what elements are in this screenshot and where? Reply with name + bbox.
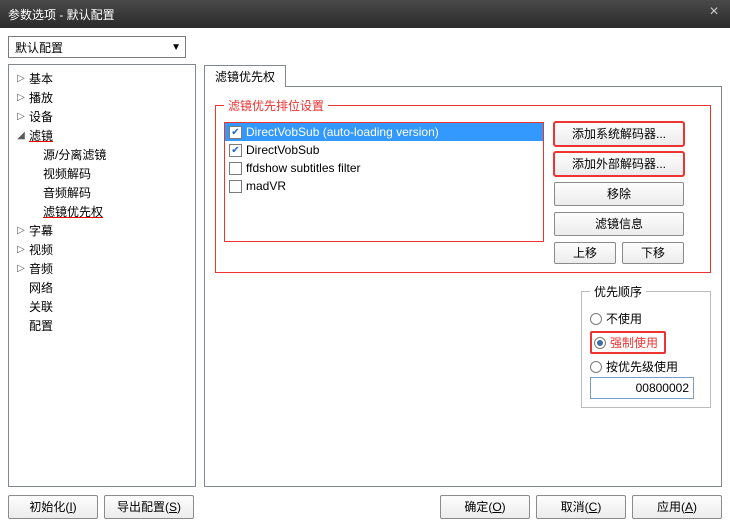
tab-filter-priority[interactable]: 滤镜优先权 bbox=[204, 65, 286, 87]
ok-button[interactable]: 确定(O) bbox=[440, 495, 530, 519]
tree-item[interactable]: ▷视频 bbox=[11, 240, 193, 259]
filter-priority-group: 滤镜优先排位设置 DirectVobSub (auto-loading vers… bbox=[215, 97, 711, 273]
main: ▷基本 ▷播放 ▷设备 ◢滤镜 源/分离滤镜 视频解码 音频解码 滤镜优先权 ▷… bbox=[8, 64, 722, 487]
filter-list[interactable]: DirectVobSub (auto-loading version) Dire… bbox=[224, 122, 544, 242]
tree-item[interactable]: 源/分离滤镜 bbox=[11, 145, 193, 164]
expand-icon: ▷ bbox=[15, 111, 27, 122]
client-area: 默认配置 ▼ ▷基本 ▷播放 ▷设备 ◢滤镜 源/分离滤镜 视频解码 音频解码 … bbox=[0, 28, 730, 527]
cancel-button[interactable]: 取消(C) bbox=[536, 495, 626, 519]
tree-item[interactable]: 关联 bbox=[11, 297, 193, 316]
tree-item[interactable]: 视频解码 bbox=[11, 164, 193, 183]
bottom-bar: 初始化(I) 导出配置(S) 确定(O) 取消(C) 应用(A) bbox=[8, 487, 722, 519]
move-up-button[interactable]: 上移 bbox=[554, 242, 616, 264]
chevron-down-icon: ▼ bbox=[171, 42, 181, 53]
priority-order-group: 优先顺序 不使用 强制使用 bbox=[581, 283, 711, 408]
expand-icon: ▷ bbox=[15, 263, 27, 274]
tab-panel: 滤镜优先排位设置 DirectVobSub (auto-loading vers… bbox=[204, 86, 722, 487]
filter-info-button[interactable]: 滤镜信息 bbox=[554, 212, 684, 236]
expand-icon: ▷ bbox=[15, 244, 27, 255]
filter-buttons: 添加系统解码器... 添加外部解码器... 移除 滤镜信息 上移 下移 bbox=[554, 122, 684, 264]
tree-item[interactable]: 配置 bbox=[11, 316, 193, 335]
right-pane: 滤镜优先权 滤镜优先排位设置 DirectVobSub (auto-loadin… bbox=[204, 64, 722, 487]
preset-value: 默认配置 bbox=[15, 39, 63, 56]
checkbox-icon[interactable] bbox=[229, 162, 242, 175]
preset-dropdown[interactable]: 默认配置 ▼ bbox=[8, 36, 186, 58]
topbar: 默认配置 ▼ bbox=[8, 36, 722, 58]
priority-value-input[interactable] bbox=[590, 377, 694, 399]
tree-item[interactable]: 音频解码 bbox=[11, 183, 193, 202]
expand-icon: ▷ bbox=[15, 225, 27, 236]
window-title: 参数选项 - 默认配置 bbox=[8, 6, 115, 23]
tree-item[interactable]: ▷基本 bbox=[11, 69, 193, 88]
move-down-button[interactable]: 下移 bbox=[622, 242, 684, 264]
export-config-button[interactable]: 导出配置(S) bbox=[104, 495, 194, 519]
nav-tree[interactable]: ▷基本 ▷播放 ▷设备 ◢滤镜 源/分离滤镜 视频解码 音频解码 滤镜优先权 ▷… bbox=[8, 64, 196, 487]
tree-item[interactable]: 网络 bbox=[11, 278, 193, 297]
titlebar: 参数选项 - 默认配置 × bbox=[0, 0, 730, 28]
tree-item[interactable]: ◢滤镜 bbox=[11, 126, 193, 145]
priority-legend: 优先顺序 bbox=[590, 283, 646, 300]
tabs: 滤镜优先权 bbox=[204, 64, 722, 86]
radio-force[interactable]: 强制使用 bbox=[590, 329, 702, 356]
tree-item[interactable]: ▷设备 bbox=[11, 107, 193, 126]
checkbox-icon[interactable] bbox=[229, 126, 242, 139]
initialize-button[interactable]: 初始化(I) bbox=[8, 495, 98, 519]
window: 参数选项 - 默认配置 × 默认配置 ▼ ▷基本 ▷播放 ▷设备 ◢滤镜 源/分… bbox=[0, 0, 730, 527]
checkbox-icon[interactable] bbox=[229, 144, 242, 157]
expand-icon: ▷ bbox=[15, 92, 27, 103]
expand-icon: ◢ bbox=[15, 130, 27, 141]
expand-icon: ▷ bbox=[15, 73, 27, 84]
panel-row: DirectVobSub (auto-loading version) Dire… bbox=[224, 122, 702, 264]
tree-item[interactable]: ▷音频 bbox=[11, 259, 193, 278]
radio-icon[interactable] bbox=[590, 313, 602, 325]
radio-by-priority[interactable]: 按优先级使用 bbox=[590, 356, 702, 377]
checkbox-icon[interactable] bbox=[229, 180, 242, 193]
list-item[interactable]: madVR bbox=[225, 177, 543, 195]
radio-icon[interactable] bbox=[594, 337, 606, 349]
remove-button[interactable]: 移除 bbox=[554, 182, 684, 206]
add-system-decoder-button[interactable]: 添加系统解码器... bbox=[554, 122, 684, 146]
apply-button[interactable]: 应用(A) bbox=[632, 495, 722, 519]
radio-none[interactable]: 不使用 bbox=[590, 308, 702, 329]
tree-item[interactable]: ▷字幕 bbox=[11, 221, 193, 240]
radio-icon[interactable] bbox=[590, 361, 602, 373]
tree-item[interactable]: ▷播放 bbox=[11, 88, 193, 107]
add-external-decoder-button[interactable]: 添加外部解码器... bbox=[554, 152, 684, 176]
list-item[interactable]: DirectVobSub bbox=[225, 141, 543, 159]
list-item[interactable]: ffdshow subtitles filter bbox=[225, 159, 543, 177]
close-icon[interactable]: × bbox=[704, 4, 724, 22]
tree-item-active[interactable]: 滤镜优先权 bbox=[11, 202, 193, 221]
filter-priority-legend: 滤镜优先排位设置 bbox=[224, 97, 328, 114]
list-item[interactable]: DirectVobSub (auto-loading version) bbox=[225, 123, 543, 141]
